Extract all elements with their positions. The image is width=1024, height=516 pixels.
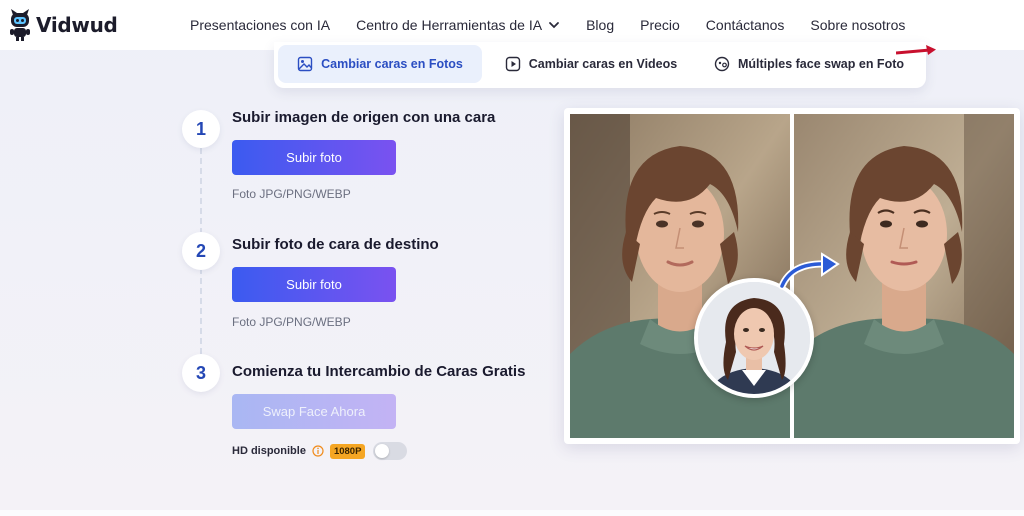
nav-item-blog[interactable]: Blog (586, 17, 614, 33)
tab-videos[interactable]: Cambiar caras en Videos (482, 45, 700, 83)
robot-logo-icon (10, 9, 30, 41)
nav-item-herramientas[interactable]: Centro de Herramientas de IA (356, 17, 560, 33)
source-face-inset (694, 278, 814, 398)
tab-label: Cambiar caras en Fotos (321, 57, 463, 71)
swap-face-button[interactable]: Swap Face Ahora (232, 394, 396, 429)
brand-logo[interactable]: Vidwud (8, 9, 118, 41)
nav-item-label: Presentaciones con IA (190, 17, 331, 33)
nav-item-label: Sobre nosotros (810, 17, 906, 33)
mode-tabs: Cambiar caras en Fotos Cambiar caras en … (274, 42, 926, 88)
step-title-1: Subir imagen de origen con una cara (232, 109, 496, 126)
brand-name: Vidwud (36, 13, 118, 37)
nav-item-contacto[interactable]: Contáctanos (706, 17, 785, 33)
page-bottom-edge (0, 510, 1024, 516)
image-icon (297, 56, 313, 72)
tab-fotos[interactable]: Cambiar caras en Fotos (278, 45, 482, 83)
step-number-3: 3 (182, 354, 220, 392)
step-title-2: Subir foto de cara de destino (232, 236, 439, 253)
source-face-illustration (698, 282, 810, 394)
step-hint-2: Foto JPG/PNG/WEBP (232, 315, 351, 329)
hd-toggle[interactable] (373, 442, 408, 460)
hd-option: HD disponible 1080P (232, 442, 408, 460)
nav-item-presentaciones[interactable]: Presentaciones con IA (190, 17, 330, 33)
hd-label: HD disponible (232, 445, 306, 457)
swap-arrow-icon (778, 252, 840, 290)
chevron-down-icon (549, 22, 559, 29)
step-title-3: Comienza tu Intercambio de Caras Gratis (232, 363, 526, 380)
nav-item-label: Contáctanos (705, 17, 785, 33)
info-icon[interactable] (312, 445, 324, 457)
tab-multiples[interactable]: Múltiples face swap en Foto (700, 45, 918, 83)
step-number-2: 2 (182, 232, 220, 270)
step-hint-1: Foto JPG/PNG/WEBP (232, 187, 351, 201)
play-icon (505, 56, 520, 72)
tab-label: Cambiar caras en Videos (528, 57, 678, 71)
upload-source-button[interactable]: Subir foto (232, 140, 396, 175)
upload-target-button[interactable]: Subir foto (232, 267, 396, 302)
nav-item-label: Precio (640, 17, 680, 33)
nav-item-label: Blog (586, 17, 615, 33)
nav-item-precio[interactable]: Precio (640, 17, 680, 33)
resolution-badge: 1080P (329, 443, 366, 459)
tab-label: Múltiples face swap en Foto (738, 57, 904, 71)
faces-icon (714, 56, 730, 72)
nav-item-label: Centro de Herramientas de IA (356, 17, 543, 33)
step-number-1: 1 (182, 110, 220, 148)
toggle-knob (375, 444, 390, 458)
red-arrow-icon (896, 45, 936, 55)
nav-item-sobre-nosotros[interactable]: Sobre nosotros (810, 17, 905, 33)
